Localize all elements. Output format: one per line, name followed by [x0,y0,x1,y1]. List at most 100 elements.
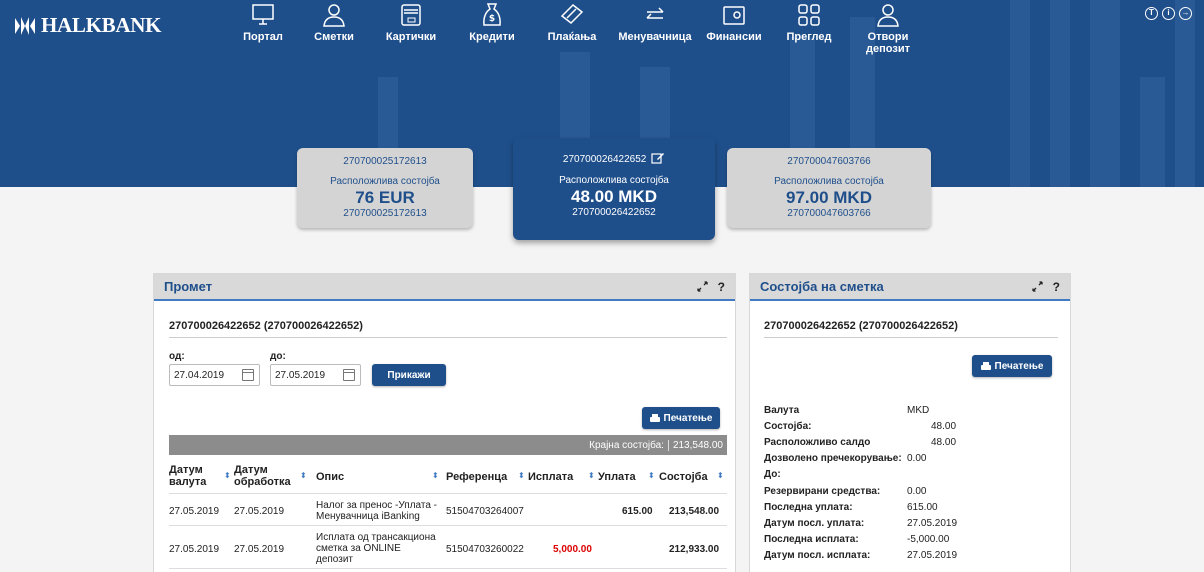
nav-portal[interactable]: Портал [228,2,298,55]
nav-exchange[interactable]: Менувачница [612,2,698,55]
balance-value: 48.00 [931,421,957,432]
account-number-row: 270700026422652 [513,152,715,165]
svg-text:$: $ [489,14,495,24]
col-balance[interactable]: Состојба [659,471,708,483]
account-number-secondary: 270700047603766 [787,208,871,219]
divider [169,337,727,338]
reserved-funds-value: 0.00 [907,486,927,497]
col-processing-date[interactable]: Датум обработка [234,464,291,488]
overdraft-label: Дозволено пречекорување: [764,453,902,464]
halkbank-logo[interactable]: HALKBANK [14,13,161,38]
last-deposit-date-label: Датум посл. уплата: [764,518,865,529]
sort-icon[interactable]: ⬍ [648,471,655,480]
edit-icon[interactable] [651,152,665,164]
status-account-title: 270700026422652 (270700026422652) [764,320,958,332]
row-balance: 213,548.00 [669,506,720,517]
divider [169,493,727,494]
col-deposit[interactable]: Уплата [598,471,636,483]
row-value-date: 27.05.2019 [169,544,220,555]
t-circle-icon[interactable]: T [1145,7,1158,20]
nav-loans-label: Кредити [469,31,515,43]
transactions-account-title: 270700026422652 (270700026422652) [169,320,363,332]
wallet-icon [723,6,745,25]
nav-exchange-label: Менувачница [618,31,692,43]
col-value-date[interactable]: Датум валута [169,464,206,488]
logout-icon[interactable]: → [1179,7,1192,20]
halkbank-logo-icon [15,16,35,35]
closing-balance-label: Крајна состојба: [589,439,664,451]
print-button[interactable]: Печатење [642,407,720,429]
last-withdrawal-date-label: Датум посл. исплата: [764,550,871,561]
account-balance: 76 EUR [355,188,415,207]
account-number: 270700026422652 [562,154,647,165]
print-button[interactable]: Печатење [972,355,1052,377]
account-balance: 97.00 MKD [786,188,872,207]
main-nav: Портал Сметки Картички $ Кредити Плаќања… [228,2,928,55]
col-reference[interactable]: Референца [446,471,507,483]
expand-icon[interactable] [1032,281,1043,292]
nav-cards-label: Картички [385,31,437,43]
account-card-active[interactable]: 270700026422652 Расположлива состојба 48… [513,138,715,240]
row-value-date: 27.05.2019 [169,506,220,517]
last-withdrawal-label: Последна исплата: [764,534,859,545]
sort-icon[interactable]: ⬍ [717,471,724,480]
sort-icon[interactable]: ⬍ [588,471,595,480]
brand-name: HALKBANK [41,13,162,37]
account-status-panel-title: Состојба на сметка [760,279,884,294]
account-card-eur[interactable]: 270700025172613 Расположлива состојба 76… [297,148,473,228]
card-icon [401,4,421,26]
sort-icon[interactable]: ⬍ [300,471,307,480]
calendar-icon[interactable] [343,369,355,381]
row-description: Налог за пренос -Уплата - Менувачница iBa… [316,500,438,522]
money-bag-icon: $ [483,3,501,26]
info-icon[interactable]: i [1162,7,1175,20]
user-icon [323,4,345,27]
help-icon[interactable]: ? [1053,280,1060,294]
from-date-value: 27.04.2019 [174,370,225,381]
row-description: Исплата од трансакциона сметка за ONLINE д… [316,532,436,565]
nav-payments[interactable]: Плаќања [532,2,612,55]
nav-open-deposit-label: Отвори [867,31,909,43]
account-number-secondary: 270700025172613 [343,208,427,219]
account-number-secondary: 270700026422652 [572,207,656,218]
help-icon[interactable]: ? [718,280,725,294]
available-balance-label: Расположливо салдо [764,437,871,448]
account-number: 270700025172613 [343,156,427,167]
to-date-input[interactable]: 27.05.2019 [270,364,361,386]
nav-cards[interactable]: Картички [370,2,452,55]
last-withdrawal-date-value: 27.05.2019 [907,550,958,561]
from-date-input[interactable]: 27.04.2019 [169,364,260,386]
expand-icon[interactable] [697,281,708,292]
sort-icon[interactable]: ⬍ [224,471,231,480]
row-reference: 51504703264007 [446,506,524,517]
nav-finance-label: Финансии [706,31,762,43]
available-balance-label: Расположлива состојба [330,176,440,187]
row-withdrawal: 5,000.00 [553,544,592,555]
divider [169,568,727,569]
show-button[interactable]: Прикажи [372,364,446,386]
user-deposit-icon [877,4,899,27]
nav-finance[interactable]: Финансии [698,2,770,55]
sort-icon[interactable]: ⬍ [432,471,439,480]
balance-label: Состојба: [764,421,812,432]
currency-label: Валута [764,405,800,416]
col-withdrawal[interactable]: Исплата [528,471,573,483]
available-balance-value: 48.00 [931,437,957,448]
overdraft-value: 0.00 [907,453,927,464]
sort-icon[interactable]: ⬍ [518,471,525,480]
account-card-mkd-2[interactable]: 270700047603766 Расположлива состојба 97… [727,148,931,228]
nav-loans[interactable]: $ Кредити [452,2,532,55]
calendar-icon[interactable] [242,369,254,381]
from-date-label: од: [169,351,185,362]
reserved-funds-label: Резервирани средства: [764,486,881,497]
print-button-label: Печатење [663,412,713,424]
nav-overview[interactable]: Преглед [770,2,848,55]
nav-accounts[interactable]: Сметки [298,2,370,55]
last-deposit-date-value: 27.05.2019 [907,518,958,529]
col-description[interactable]: Опис [316,471,344,483]
row-deposit: 615.00 [622,506,653,517]
nav-open-deposit[interactable]: Отвори депозит [848,2,928,55]
printer-icon [980,361,991,371]
account-status-panel-header: Состојба на сметка ? [750,274,1070,301]
exchange-icon [646,7,664,19]
